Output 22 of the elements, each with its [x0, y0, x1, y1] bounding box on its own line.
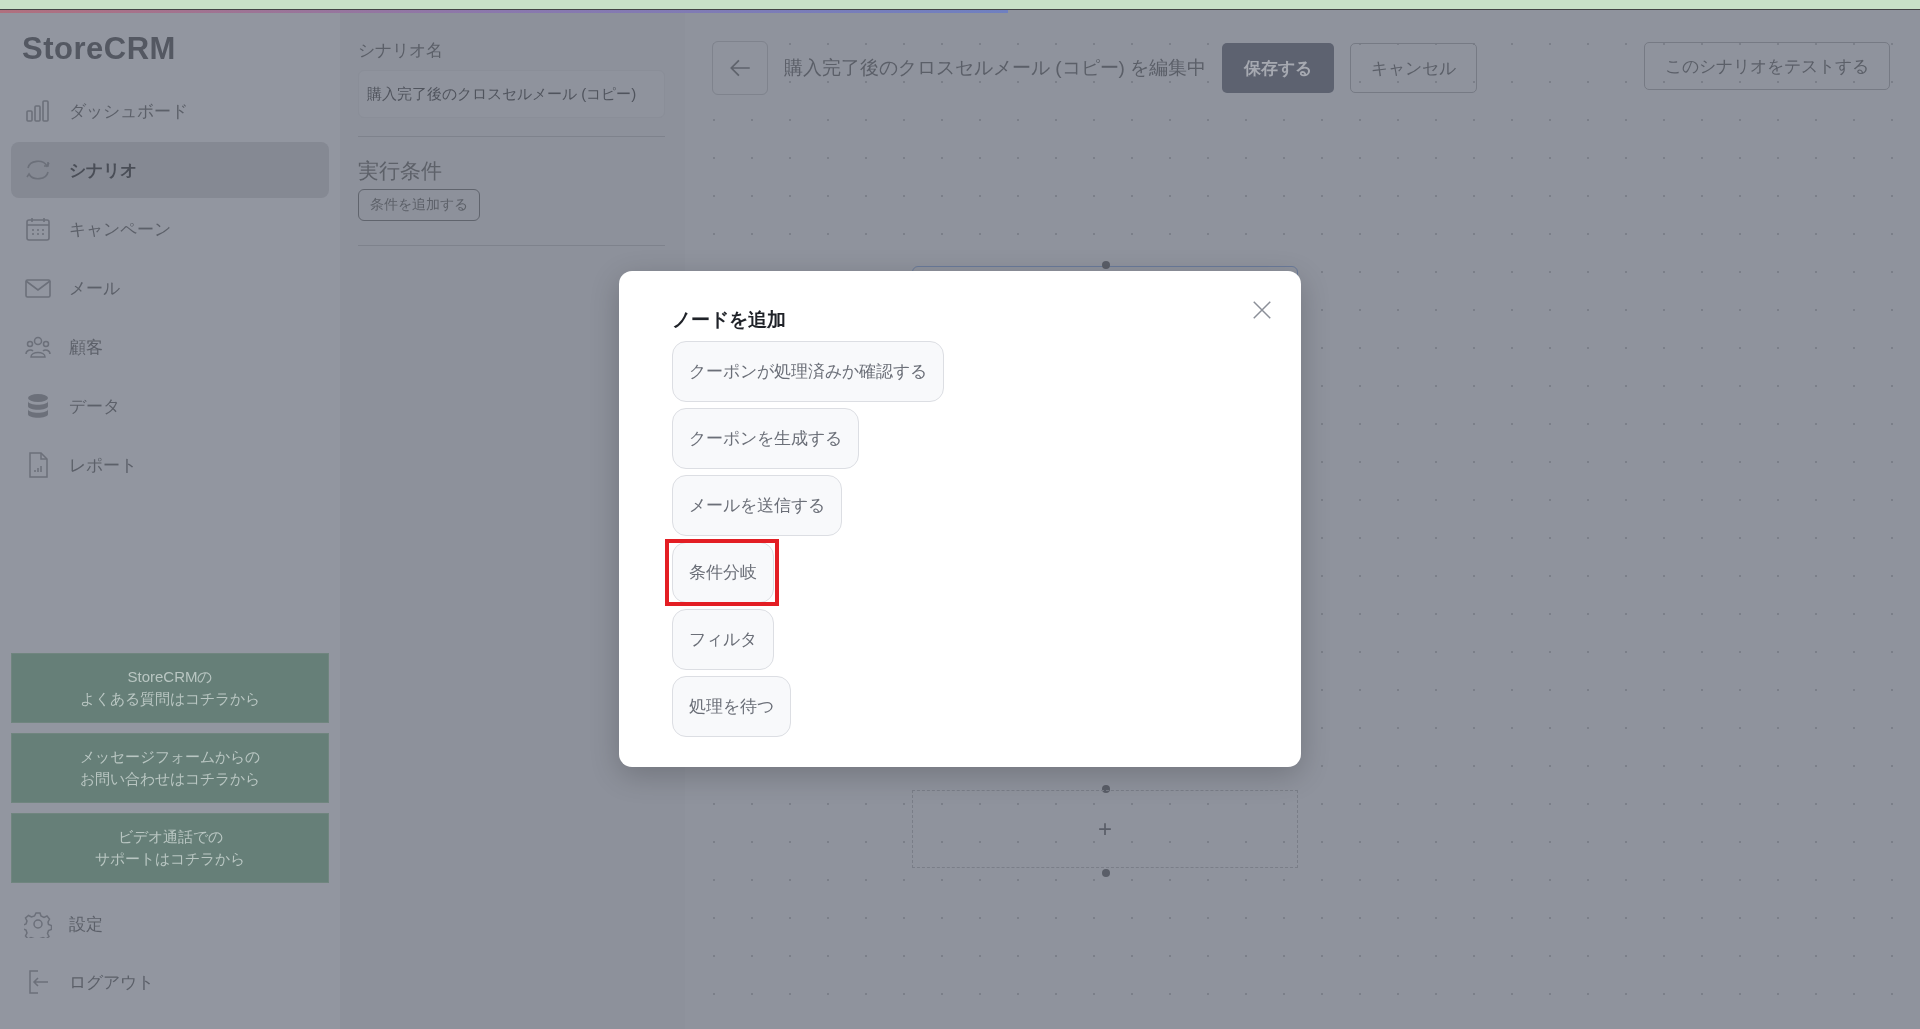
calendar-icon — [24, 215, 52, 243]
settings-icon — [24, 910, 52, 938]
connector-dot — [1102, 869, 1110, 877]
help-button[interactable]: ビデオ通話での サポートはコチラから — [11, 813, 329, 883]
node-option[interactable]: 処理を待つ — [672, 676, 791, 737]
help-button[interactable]: メッセージフォームからの お問い合わせはコチラから — [11, 733, 329, 803]
connector-dot — [1102, 785, 1110, 793]
nav-item[interactable]: シナリオ — [11, 142, 329, 198]
node-option[interactable]: 条件分岐 — [672, 542, 774, 603]
node-option[interactable]: メールを送信する — [672, 475, 842, 536]
save-button[interactable]: 保存する — [1222, 43, 1335, 93]
connector-dot — [1102, 261, 1110, 269]
add-node-placeholder[interactable]: + — [912, 790, 1298, 868]
node-option[interactable]: クーポンを生成する — [672, 408, 859, 469]
dialog-title: ノードを追加 — [672, 308, 786, 332]
close-icon[interactable] — [1251, 299, 1273, 321]
node-option[interactable]: フィルタ — [672, 609, 774, 670]
bar-chart-icon — [24, 97, 52, 125]
logo: StoreCRM — [21, 30, 177, 68]
help-button[interactable]: StoreCRMの よくある質問はコチラから — [11, 653, 329, 723]
back-button[interactable] — [712, 41, 768, 95]
node-option[interactable]: クーポンが処理済みか確認する — [672, 341, 944, 402]
